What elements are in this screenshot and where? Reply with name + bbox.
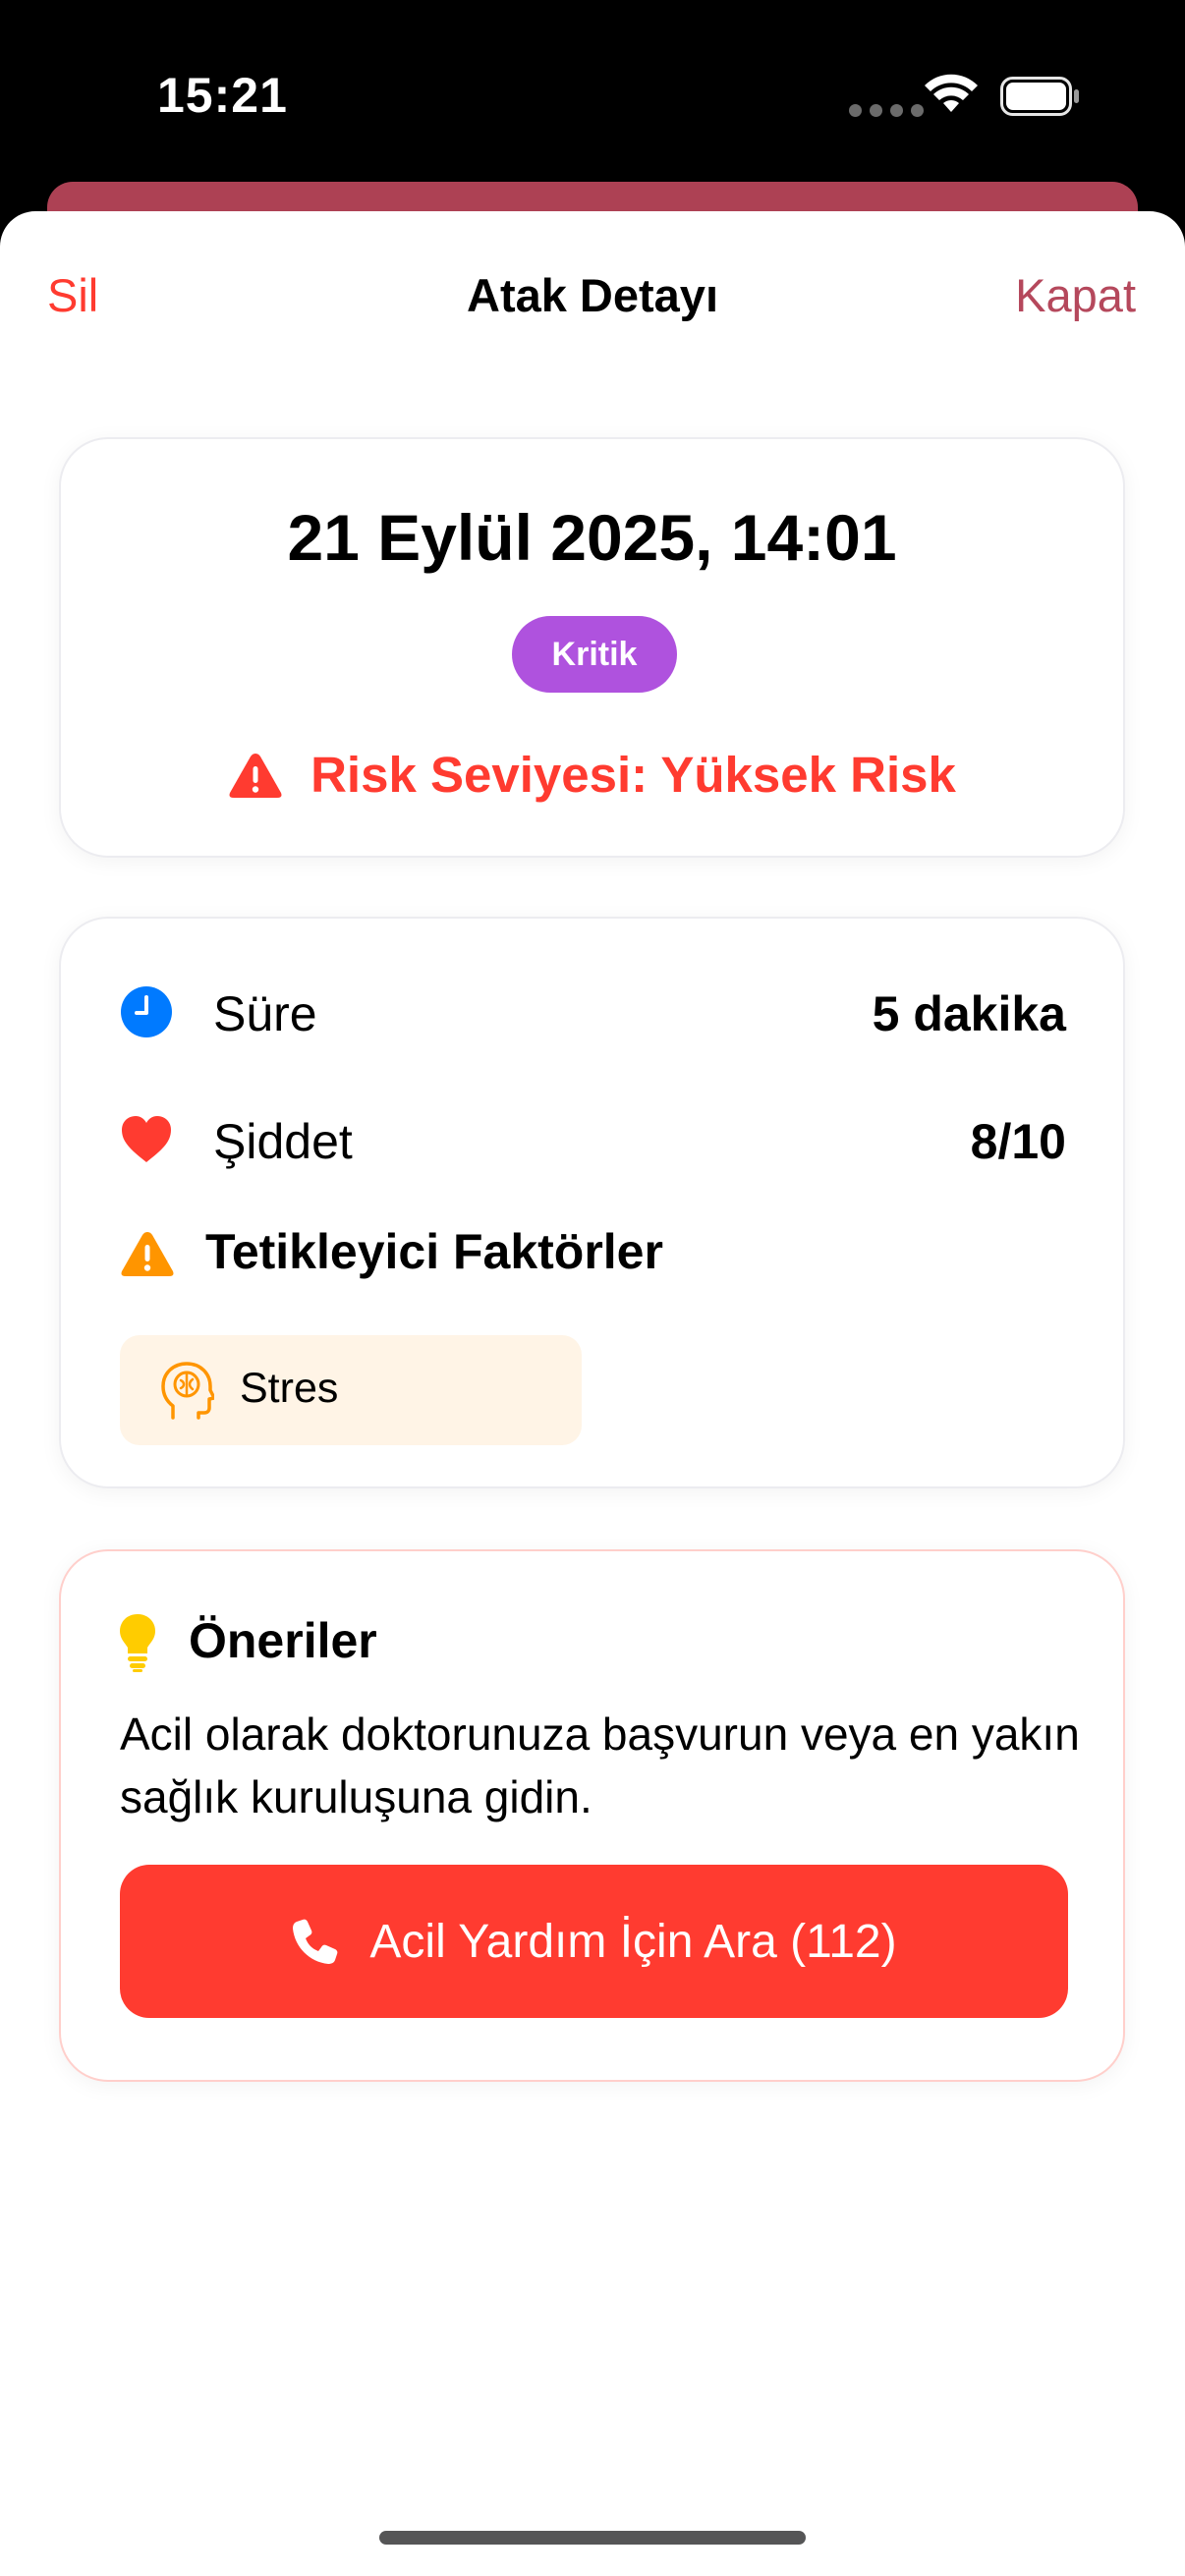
severity-badge: Kritik (512, 616, 677, 693)
recommendations-card: Öneriler Acil olarak doktorunuza başvuru… (59, 1549, 1125, 2082)
emergency-call-button[interactable]: Acil Yardım İçin Ara (112) (120, 1865, 1068, 2018)
trigger-label: Stres (240, 1365, 339, 1412)
status-bar: 15:21 (0, 0, 1185, 196)
triggers-title: Tetikleyici Faktörler (205, 1224, 663, 1279)
recommendation-text: Acil olarak doktorunuza başvurun veya en… (120, 1708, 1080, 1822)
details-card: Süre 5 dakika Şiddet 8/10 Tetikleyici Fa… (59, 917, 1125, 1488)
severity-label: Şiddet (213, 1114, 353, 1169)
warning-icon (121, 1232, 174, 1276)
duration-value: 5 dakika (872, 986, 1066, 1041)
summary-card: 21 Eylül 2025, 14:01 Kritik Risk Seviyes… (59, 437, 1125, 858)
clock-icon (121, 986, 172, 1037)
brain-head-icon (161, 1362, 214, 1420)
severity-value: 8/10 (970, 1114, 1066, 1169)
attack-date: 21 Eylül 2025, 14:01 (287, 501, 897, 574)
emergency-call-label: Acil Yardım İçin Ara (112) (369, 1915, 897, 1968)
wifi-icon (925, 74, 978, 112)
navigation-bar: Sil Atak Detayı Kapat (0, 211, 1185, 378)
warning-triangle-icon (229, 753, 282, 798)
risk-level: Risk Seviyesi: Yüksek Risk (61, 746, 1123, 804)
heart-icon (122, 1116, 171, 1162)
duration-label: Süre (213, 986, 317, 1041)
close-button[interactable]: Kapat (1015, 268, 1136, 322)
signal-icon (849, 104, 924, 117)
attack-detail-sheet: Sil Atak Detayı Kapat 21 Eylül 2025, 14:… (0, 211, 1185, 2576)
trigger-chip-stress: Stres (120, 1335, 582, 1445)
severity-row: Şiddet 8/10 (61, 1105, 1123, 1174)
recommendations-title: Öneriler (189, 1613, 377, 1668)
battery-icon (1000, 77, 1079, 116)
phone-icon (293, 1919, 338, 1964)
duration-row: Süre 5 dakika (61, 978, 1123, 1046)
home-indicator[interactable] (379, 2531, 806, 2545)
risk-level-text: Risk Seviyesi: Yüksek Risk (310, 747, 956, 803)
lightbulb-icon (120, 1614, 155, 1672)
status-time: 15:21 (157, 68, 288, 123)
page-title: Atak Detayı (467, 269, 718, 321)
